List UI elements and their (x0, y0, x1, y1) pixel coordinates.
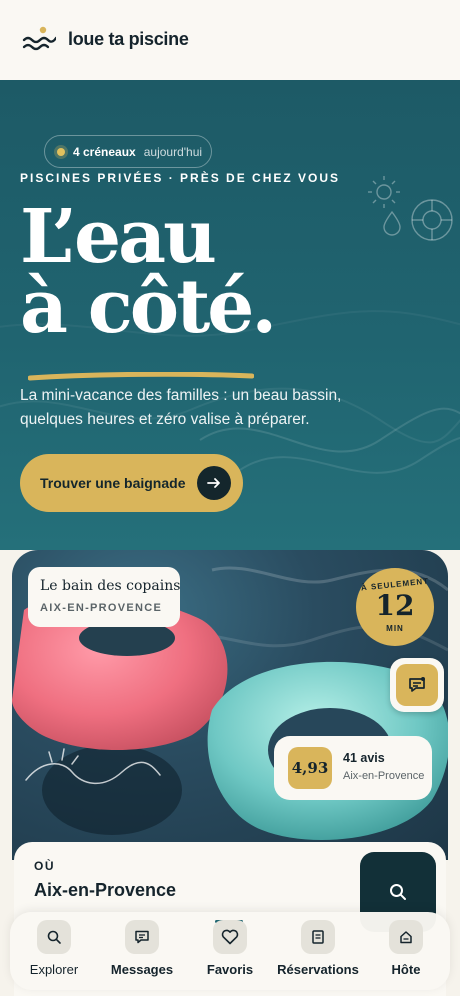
wave-logo-icon (22, 26, 56, 51)
travel-time-unit: MIN (386, 624, 404, 633)
hero-headline: L’eau à côté. (20, 194, 277, 350)
document-icon (312, 930, 324, 944)
tab-explorer-label: Explorer (29, 962, 79, 977)
chat-icon (409, 677, 425, 692)
search-icon (47, 930, 61, 944)
tab-hote[interactable]: Hôte (362, 920, 450, 986)
message-icon (135, 930, 149, 944)
slots-when: aujourd'hui (143, 144, 203, 159)
tab-reservations-label: Réservations (277, 962, 359, 977)
tab-favoris[interactable]: Favoris (186, 920, 274, 986)
headline-line-1: L’eau (20, 194, 217, 280)
rating-card[interactable]: 4,93 41 avis Aix-en-Provence (274, 736, 432, 800)
brand-logo[interactable]: loue ta piscine (22, 24, 189, 54)
tab-messages[interactable]: Messages (98, 920, 186, 986)
tab-reservations[interactable]: Réservations (274, 920, 362, 986)
headline-line-2: à côté. (20, 264, 277, 350)
search-where-label: OÙ (34, 859, 55, 873)
hero-section: 4 créneaux aujourd'hui PISCINES PRIVÉES … (0, 80, 460, 550)
listing-name-tag[interactable]: Le bain des copains AIX-EN-PROVENCE (28, 567, 180, 627)
tab-explorer[interactable]: Explorer (10, 920, 98, 986)
search-where-value[interactable]: Aix-en-Provence (34, 880, 176, 901)
brand-name: loue ta piscine (68, 28, 189, 49)
heart-icon (221, 929, 239, 945)
live-dot-icon (57, 147, 65, 156)
listing-city-caps: AIX-EN-PROVENCE (40, 602, 163, 614)
tab-favoris-label: Favoris (206, 962, 254, 977)
lifebuoy-icon (411, 199, 453, 241)
hero-kicker: PISCINES PRIVÉES · PRÈS DE CHEZ VOUS (20, 171, 341, 185)
review-count: 41 avis (343, 751, 385, 765)
search-icon (390, 884, 406, 900)
tab-messages-label: Messages (110, 962, 174, 977)
slots-count: 4 créneaux (73, 144, 136, 159)
house-icon (400, 931, 412, 944)
rating-score: 4,93 (288, 747, 332, 789)
bottom-tab-bar: Explorer Messages Favoris Réservations H… (10, 912, 450, 990)
travel-time-badge: À SEULEMENT 12 MIN (356, 568, 434, 646)
hero-subtitle: La mini-vacance des familles : un beau b… (20, 387, 342, 428)
tab-hote-label: Hôte (391, 962, 421, 977)
sun-icon (368, 176, 400, 208)
headline-underline (28, 372, 254, 381)
drop-icon (383, 210, 401, 236)
top-bar: loue ta piscine (0, 0, 460, 80)
travel-time-minutes: 12 (375, 589, 415, 622)
rating-city: Aix-en-Provence (343, 770, 425, 782)
contact-host-button[interactable] (390, 658, 444, 712)
listing-name: Le bain des copains (40, 578, 181, 594)
arrow-right-icon (197, 466, 231, 500)
slots-available-chip[interactable]: 4 créneaux aujourd'hui (44, 135, 212, 168)
find-swim-button[interactable]: Trouver une baignade (20, 454, 243, 512)
find-swim-label: Trouver une baignade (40, 475, 186, 491)
